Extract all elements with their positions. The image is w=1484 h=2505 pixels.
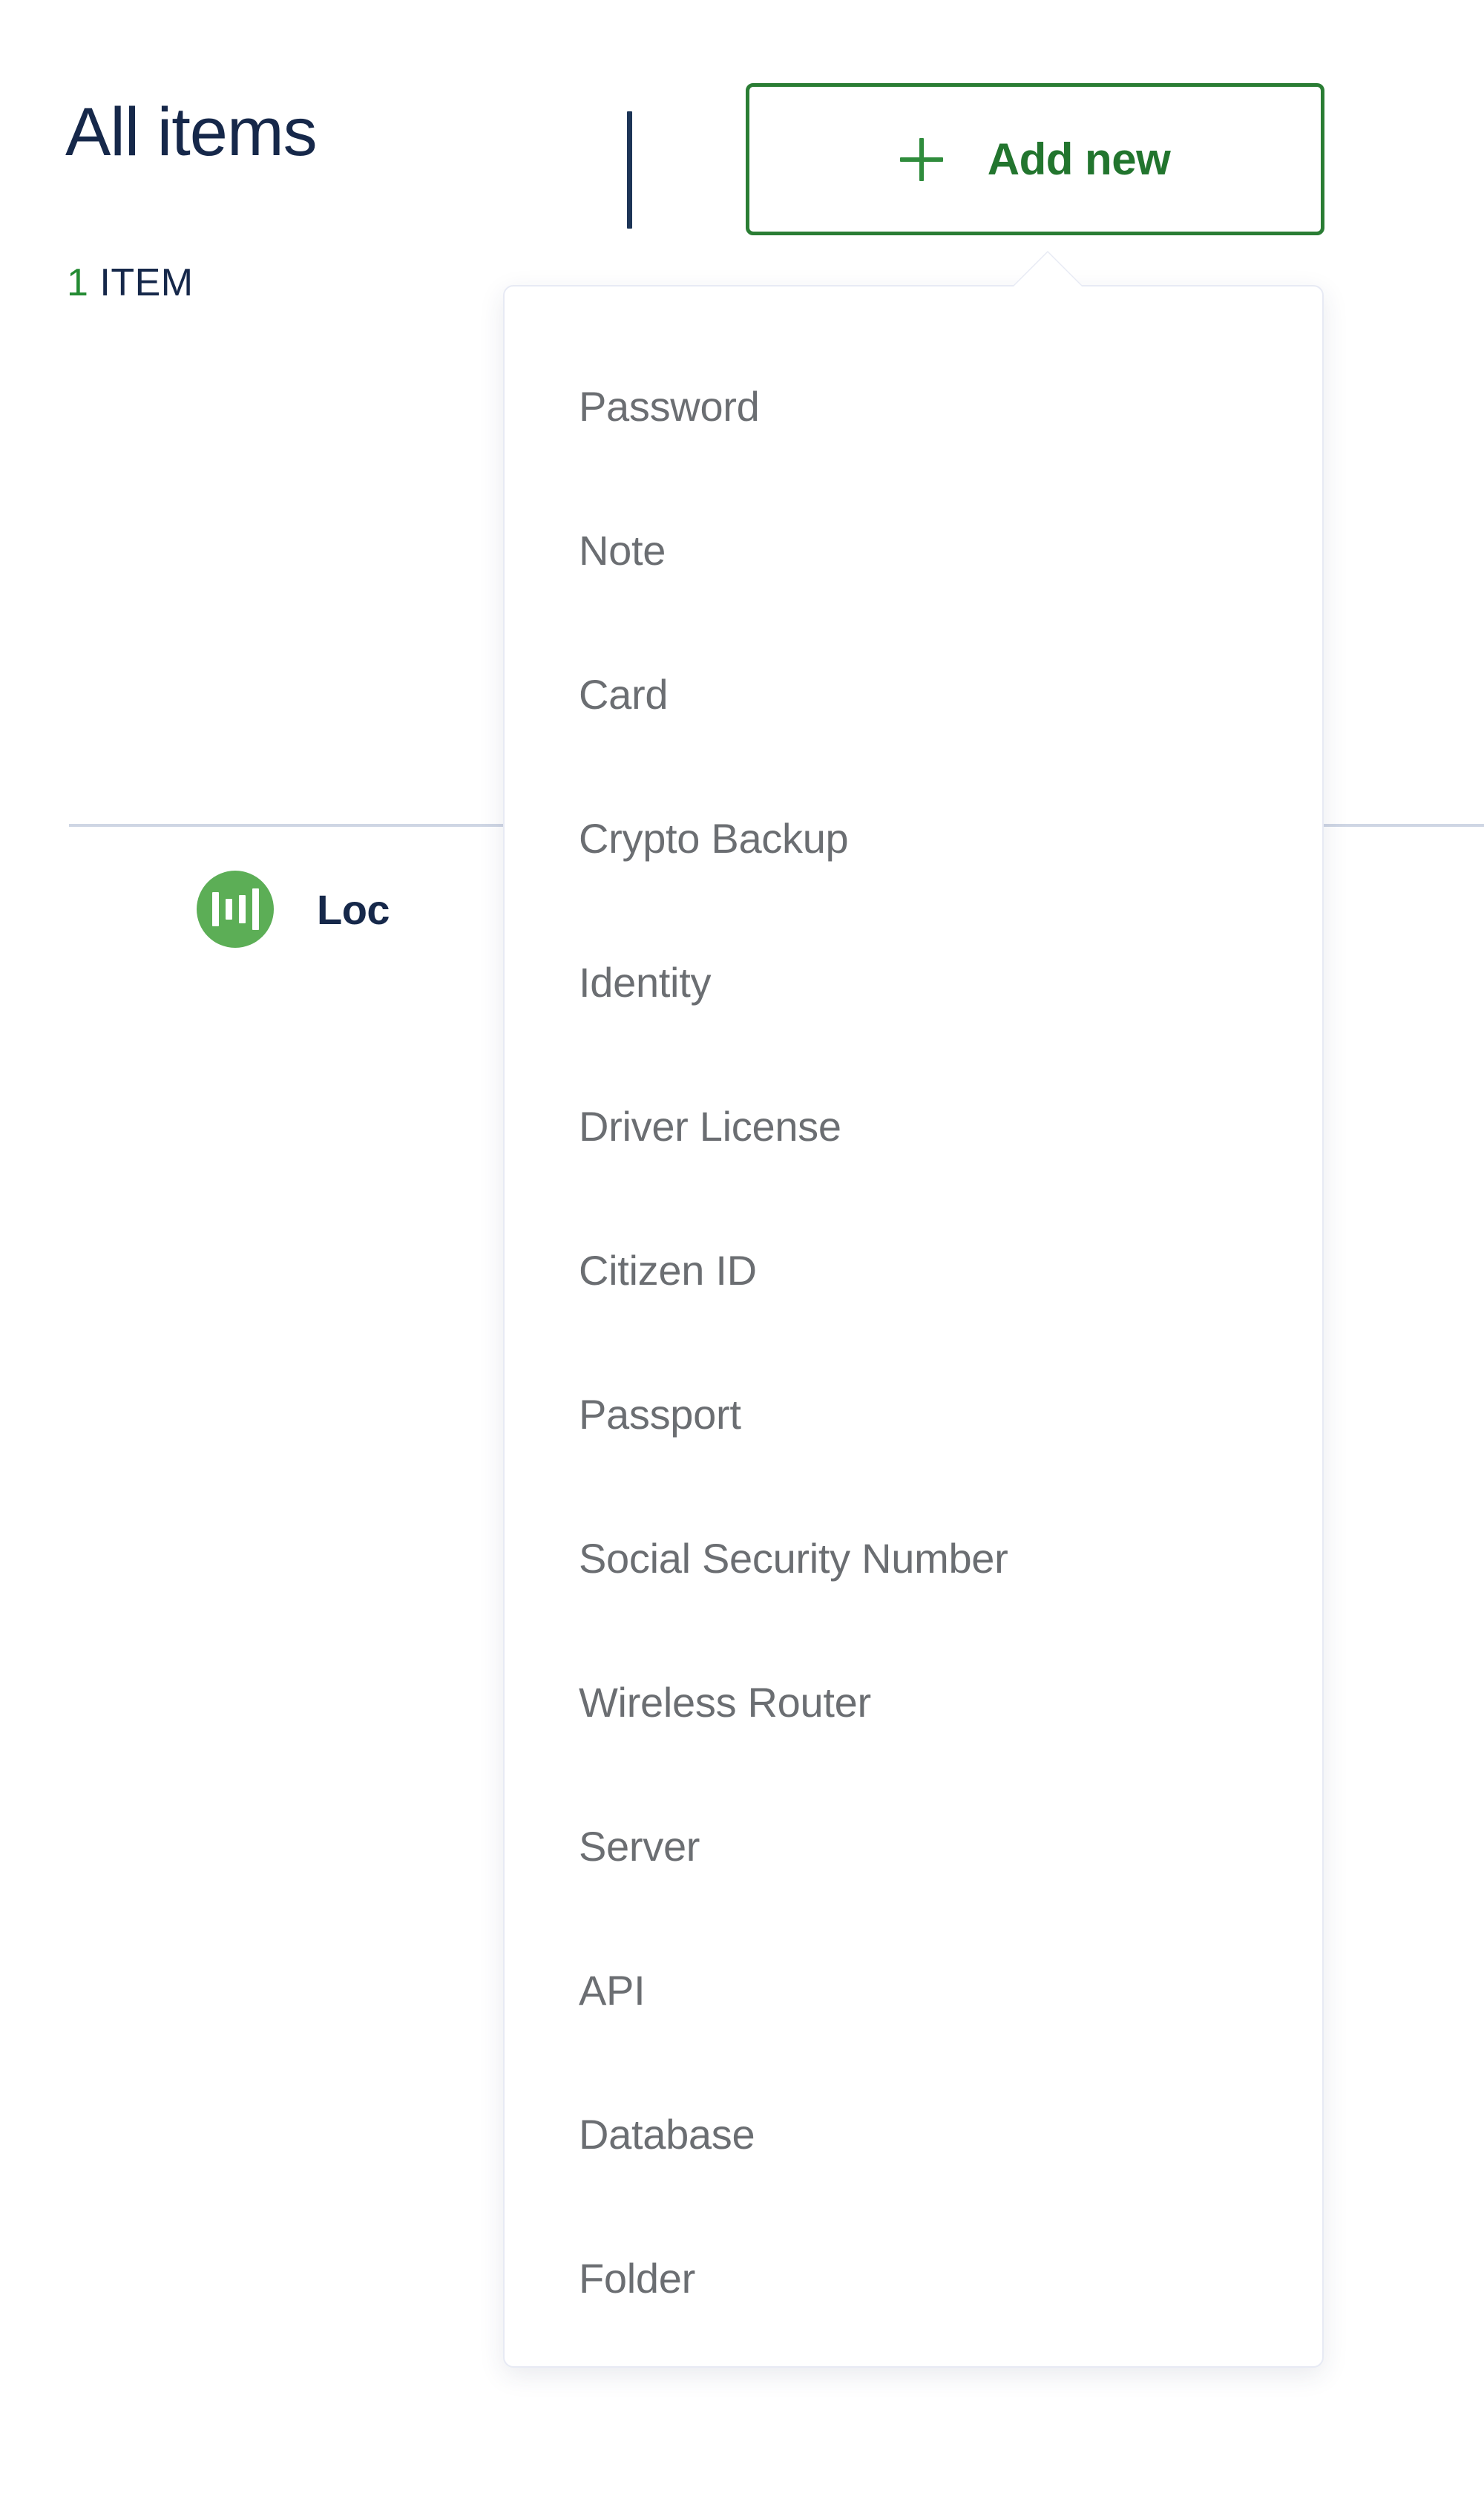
dropdown-caret-icon <box>1014 252 1082 286</box>
menu-item-social-security-number[interactable]: Social Security Number <box>505 1486 1322 1630</box>
menu-item-database[interactable]: Database <box>505 2062 1322 2206</box>
header-vertical-divider <box>627 111 632 229</box>
vault-bars-icon <box>197 871 274 948</box>
title-row: All items <box>65 88 318 177</box>
menu-item-wireless-router[interactable]: Wireless Router <box>505 1630 1322 1774</box>
menu-item-passport[interactable]: Passport <box>505 1342 1322 1486</box>
item-count-number: 1 <box>67 261 89 304</box>
list-item[interactable]: Loc <box>197 865 390 954</box>
menu-item-identity[interactable]: Identity <box>505 910 1322 1054</box>
add-new-button[interactable]: Add new <box>746 83 1324 235</box>
page-header: All items 1 ITEM Add new <box>0 0 1484 312</box>
menu-item-card[interactable]: Card <box>505 622 1322 766</box>
item-count-label: ITEM <box>99 261 194 304</box>
menu-item-server[interactable]: Server <box>505 1774 1322 1918</box>
menu-item-api[interactable]: API <box>505 1918 1322 2062</box>
menu-item-folder[interactable]: Folder <box>505 2206 1322 2350</box>
add-new-dropdown-menu: Password Note Card Crypto Backup Identit… <box>503 285 1324 2368</box>
item-count: 1 ITEM <box>67 263 194 302</box>
add-new-button-label: Add new <box>987 134 1171 184</box>
menu-item-driver-license[interactable]: Driver License <box>505 1054 1322 1198</box>
menu-item-citizen-id[interactable]: Citizen ID <box>505 1198 1322 1342</box>
list-item-label: Loc <box>317 885 390 933</box>
menu-item-password[interactable]: Password <box>505 334 1322 478</box>
page-title: All items <box>65 94 318 170</box>
menu-item-crypto-backup[interactable]: Crypto Backup <box>505 766 1322 910</box>
menu-item-note[interactable]: Note <box>505 478 1322 622</box>
plus-icon <box>899 137 943 181</box>
dropdown-list: Password Note Card Crypto Backup Identit… <box>505 286 1322 2366</box>
